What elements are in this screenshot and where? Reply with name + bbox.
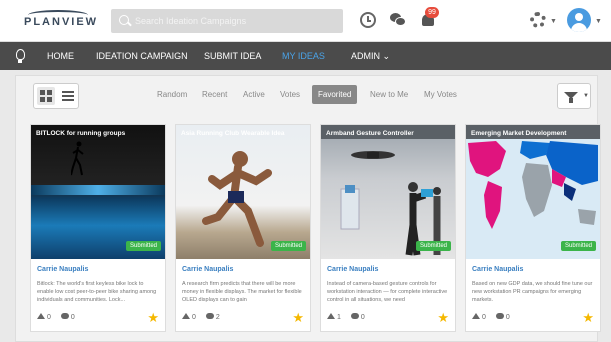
idea-image[interactable] [31, 125, 165, 259]
upvote-icon[interactable] [182, 313, 190, 319]
idea-stats: 1 0 [327, 313, 365, 321]
ideas-panel: Random Recent Active Votes Favorited New… [15, 75, 601, 342]
chevron-down-icon[interactable]: ▼ [595, 18, 602, 25]
comment-count: 0 [505, 314, 510, 321]
idea-image[interactable] [321, 125, 455, 259]
tab-votes[interactable]: Votes [280, 90, 300, 99]
tab-new-to-me[interactable]: New to Me [370, 90, 408, 99]
top-header: PLANVIEW 99 ▼ ▼ [0, 0, 611, 42]
search-input[interactable] [135, 9, 335, 33]
idea-card[interactable]: Emerging Market Development Submitted Ca… [465, 124, 601, 332]
world-map [466, 125, 600, 229]
upvote-icon[interactable] [327, 313, 335, 319]
list-view-icon[interactable] [59, 87, 77, 105]
vote-count: 0 [192, 314, 196, 321]
gear-icon[interactable] [530, 12, 546, 28]
idea-title[interactable]: Emerging Market Development [471, 130, 566, 137]
vote-count: 0 [47, 314, 51, 321]
planview-logo[interactable]: PLANVIEW [24, 10, 96, 34]
upvote-icon[interactable] [472, 313, 480, 319]
notifications-icon[interactable]: 99 [422, 7, 439, 28]
avatar[interactable] [567, 8, 591, 32]
idea-card[interactable]: BITLOCK for running groups Submitted Car… [30, 124, 166, 332]
idea-title[interactable]: BITLOCK for running groups [36, 130, 125, 137]
upvote-icon[interactable] [37, 313, 45, 319]
favorite-star-icon[interactable]: ★ [437, 311, 449, 324]
idea-author[interactable]: Carrie Naupalis [472, 266, 523, 273]
idea-title[interactable]: Armband Gesture Controller [326, 130, 414, 137]
lightbulb-icon [16, 49, 25, 63]
comment-icon[interactable] [60, 313, 69, 319]
comment-icon[interactable] [205, 313, 214, 319]
status-badge: Submitted [125, 241, 161, 251]
idea-description: Bitlock: The world's first keyless bike … [37, 281, 157, 303]
search-box[interactable] [111, 9, 343, 33]
grid-view-icon[interactable] [37, 87, 55, 105]
nav-ideation-campaign[interactable]: IDEATION CAMPAIGN [96, 51, 188, 61]
idea-image[interactable] [176, 125, 310, 259]
runner-silhouette [71, 141, 84, 176]
logo-text: PLANVIEW [24, 16, 99, 28]
nav-admin[interactable]: ADMIN ⌄ [351, 51, 390, 62]
chevron-down-icon: ▼ [583, 93, 589, 99]
favorite-star-icon[interactable]: ★ [147, 311, 159, 324]
idea-image[interactable] [466, 125, 600, 259]
idea-card[interactable]: Armband Gesture Controller Submitted Car… [320, 124, 456, 332]
search-icon [119, 15, 129, 25]
chevron-down-icon[interactable]: ▼ [550, 18, 557, 25]
filter-button[interactable]: ▼ [557, 83, 591, 109]
idea-stats: 0 0 [472, 313, 510, 321]
vote-count: 0 [482, 314, 486, 321]
comment-count: 2 [215, 314, 220, 321]
idea-stats: 0 0 [37, 313, 75, 321]
chat-icon[interactable] [390, 12, 406, 28]
clock-icon[interactable] [360, 12, 376, 28]
tab-my-votes[interactable]: My Votes [424, 90, 457, 99]
status-badge: Submitted [560, 241, 596, 251]
idea-description: Instead of camera-based gesture controls… [327, 281, 448, 303]
favorite-star-icon[interactable]: ★ [292, 311, 304, 324]
view-toggle [33, 83, 79, 109]
nav-home[interactable]: HOME [47, 51, 74, 61]
nav-submit-idea[interactable]: SUBMIT IDEA [204, 51, 261, 61]
runner-photo [202, 151, 272, 247]
idea-stats: 0 2 [182, 313, 220, 321]
tab-favorited[interactable]: Favorited [312, 85, 358, 104]
tab-random[interactable]: Random [157, 90, 187, 99]
vote-count: 1 [337, 314, 341, 321]
comment-icon[interactable] [350, 313, 359, 319]
comment-count: 0 [70, 314, 75, 321]
nav-my-ideas[interactable]: MY IDEAS [282, 51, 325, 61]
status-badge: Submitted [415, 241, 451, 251]
favorite-star-icon[interactable]: ★ [582, 311, 594, 324]
idea-author[interactable]: Carrie Naupalis [37, 266, 88, 273]
armband-photo [321, 125, 455, 256]
comment-icon[interactable] [495, 313, 504, 319]
tab-recent[interactable]: Recent [202, 90, 227, 99]
idea-author[interactable]: Carrie Naupalis [182, 266, 233, 273]
idea-description: Based on new GDP data, we should fine tu… [472, 281, 593, 303]
idea-author[interactable]: Carrie Naupalis [327, 266, 378, 273]
idea-card[interactable]: Asia Running Club Wearable Idea Submitte… [175, 124, 311, 332]
main-nav: HOME IDEATION CAMPAIGN SUBMIT IDEA MY ID… [0, 42, 611, 70]
idea-description: A research firm predicts that there will… [182, 281, 302, 303]
comment-count: 0 [360, 314, 365, 321]
notification-badge: 99 [425, 7, 439, 18]
idea-title[interactable]: Asia Running Club Wearable Idea [181, 130, 285, 137]
status-badge: Submitted [270, 241, 306, 251]
tab-active[interactable]: Active [243, 90, 265, 99]
